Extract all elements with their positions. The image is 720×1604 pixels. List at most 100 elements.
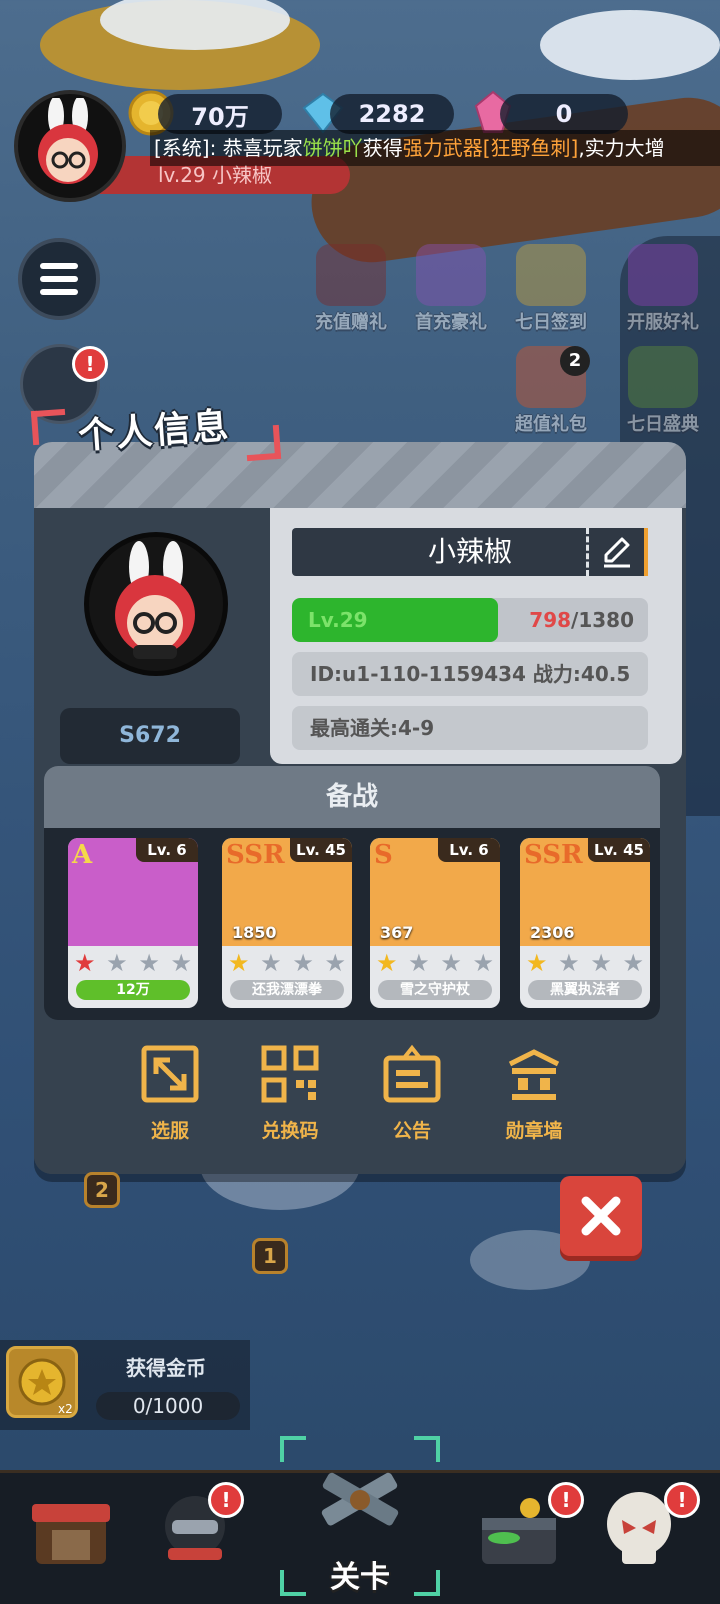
card-rarity: SSR xyxy=(524,840,583,870)
star-icon: ★ xyxy=(440,949,462,977)
server-badge: S672 xyxy=(60,708,240,764)
profile-avatar[interactable] xyxy=(84,532,228,676)
gold-task-progress: 0/1000 xyxy=(96,1392,240,1420)
close-dialog-button[interactable] xyxy=(560,1176,642,1256)
card-level: Lv. 6 xyxy=(438,838,500,862)
nav-stage[interactable]: 关卡 xyxy=(280,1436,440,1596)
medal-wall-button[interactable]: 勋章墙 xyxy=(484,1044,584,1143)
card-stars: ★ ★ ★ ★ xyxy=(228,950,346,976)
title-bracket-right xyxy=(244,424,282,462)
nav-shop[interactable] xyxy=(26,1484,126,1584)
player-name: 小辣椒 xyxy=(427,535,512,568)
bunny-girl-avatar-icon xyxy=(115,541,195,659)
event-count-badge: 2 xyxy=(560,346,590,376)
battle-card[interactable]: S Lv. 6 367 ★ ★ ★ ★ 雪之守护杖 xyxy=(370,838,500,1008)
best-stage-row: 最高通关:4-9 xyxy=(292,706,648,750)
select-server-label: 选服 xyxy=(150,1120,189,1142)
menu-button[interactable] xyxy=(18,238,100,320)
card-level: Lv. 45 xyxy=(588,838,650,862)
card-tag: 黑翼执法者 xyxy=(528,980,642,1000)
card-stars: ★ ★ ★ ★ xyxy=(526,950,644,976)
announcement-button[interactable]: 公告 xyxy=(362,1044,462,1143)
xp-bar: Lv.29 798/1380 xyxy=(292,598,648,642)
profile-dialog: S672 小辣椒 Lv.29 798/1380 ID:u1-110-115943… xyxy=(34,442,686,1174)
player-avatar[interactable] xyxy=(14,90,126,202)
xp-level-label: Lv.29 xyxy=(308,608,368,632)
coins-value: 70万 xyxy=(158,94,282,134)
menu-icon-bar xyxy=(40,289,78,295)
star-icon: ★ xyxy=(408,949,430,977)
card-rarity: S xyxy=(374,840,393,870)
battle-card[interactable]: SSR Lv. 45 1850 ★ ★ ★ ★ 还我漂漂拳 xyxy=(222,838,352,1008)
event-label: 充值赠礼 xyxy=(315,312,387,333)
star-icon: ★ xyxy=(324,949,346,977)
snow-patch xyxy=(540,10,720,80)
ticker-player: 饼饼吖 xyxy=(302,136,363,160)
event-label: 开服好礼 xyxy=(627,312,699,333)
pencil-icon xyxy=(603,537,630,568)
star-icon: ★ xyxy=(292,949,314,977)
card-tag: 还我漂漂拳 xyxy=(230,980,344,1000)
edit-name-button[interactable] xyxy=(586,528,648,576)
title-bracket-left xyxy=(30,408,68,446)
bag-alert-badge: ! xyxy=(72,346,108,382)
nav-stage-label: 关卡 xyxy=(330,1560,390,1595)
event-recharge-gift[interactable]: 充值赠礼 xyxy=(306,244,396,334)
card-tag: 雪之守护杖 xyxy=(378,980,492,1000)
frame-corner xyxy=(280,1436,306,1462)
menu-icon-bar xyxy=(40,276,78,282)
card-power: 367 xyxy=(380,923,414,942)
notice-board-icon xyxy=(383,1044,441,1103)
stage-node-1[interactable]: 1 xyxy=(252,1238,288,1274)
star-icon: ★ xyxy=(526,949,548,977)
card-level: Lv. 6 xyxy=(136,838,198,862)
player-name-box: 小辣椒 xyxy=(292,528,648,576)
star-icon: ★ xyxy=(170,949,192,977)
battle-icon xyxy=(321,1472,399,1526)
ticker-item: 强力武器[狂野鱼刺] xyxy=(402,136,579,160)
star-icon: ★ xyxy=(558,949,580,977)
medal-wall-label: 勋章墙 xyxy=(505,1120,563,1142)
battle-card[interactable]: A Lv. 6 ★ ★ ★ ★ 12万 xyxy=(68,838,198,1008)
event-label: 七日盛典 xyxy=(627,414,699,435)
shop-icon xyxy=(32,1504,110,1564)
envelope-icon xyxy=(316,244,386,306)
medal-wall-icon xyxy=(508,1049,560,1100)
redeem-code-label: 兑换码 xyxy=(261,1120,319,1142)
star-icon: ★ xyxy=(74,949,96,977)
ticker-mid: 获得 xyxy=(362,136,403,160)
card-power: 2306 xyxy=(530,923,575,942)
ticker-prefix: [系统]: 恭喜玩家 xyxy=(154,136,303,160)
card-rarity: A xyxy=(72,840,93,870)
gift-icon xyxy=(416,244,486,306)
id-power-row: ID:u1-110-1159434 战力:40.5万 xyxy=(292,652,648,730)
select-server-button[interactable]: 选服 xyxy=(120,1044,220,1143)
event-first-recharge[interactable]: 首充豪礼 xyxy=(406,244,496,334)
event-server-open-gift[interactable]: 开服好礼 xyxy=(618,244,708,334)
star-icon: ★ xyxy=(228,949,250,977)
star-icon: ★ xyxy=(138,949,160,977)
calendar-icon xyxy=(516,244,586,306)
card-stars: ★ ★ ★ ★ xyxy=(376,950,494,976)
event-seven-day-celebration[interactable]: 七日盛典 xyxy=(618,346,708,436)
event-label: 七日签到 xyxy=(515,312,587,333)
gift-box-icon xyxy=(628,244,698,306)
ticker-suffix: ,实力大增 xyxy=(578,136,665,160)
expand-arrows-icon xyxy=(141,1045,199,1103)
card-level: Lv. 45 xyxy=(290,838,352,862)
stage-node-2[interactable]: 2 xyxy=(84,1172,120,1208)
close-icon xyxy=(581,1196,621,1236)
redeem-code-button[interactable]: 兑换码 xyxy=(240,1044,340,1143)
xp-total: /1380 xyxy=(571,608,634,632)
card-stars: ★ ★ ★ ★ xyxy=(74,950,192,976)
card-power: 1850 xyxy=(232,923,277,942)
knight-alert-badge: ! xyxy=(208,1482,244,1518)
card-tag: 12万 xyxy=(76,980,190,1000)
dialog-title: 个人信息 xyxy=(76,405,232,458)
battle-card[interactable]: SSR Lv. 45 2306 ★ ★ ★ ★ 黑翼执法者 xyxy=(520,838,650,1008)
event-seven-day-signin[interactable]: 七日签到 xyxy=(506,244,596,334)
skull-alert-badge: ! xyxy=(664,1482,700,1518)
menu-icon-bar xyxy=(40,263,78,269)
battle-prep-title: 备战 xyxy=(44,766,660,828)
star-icon: ★ xyxy=(472,949,494,977)
